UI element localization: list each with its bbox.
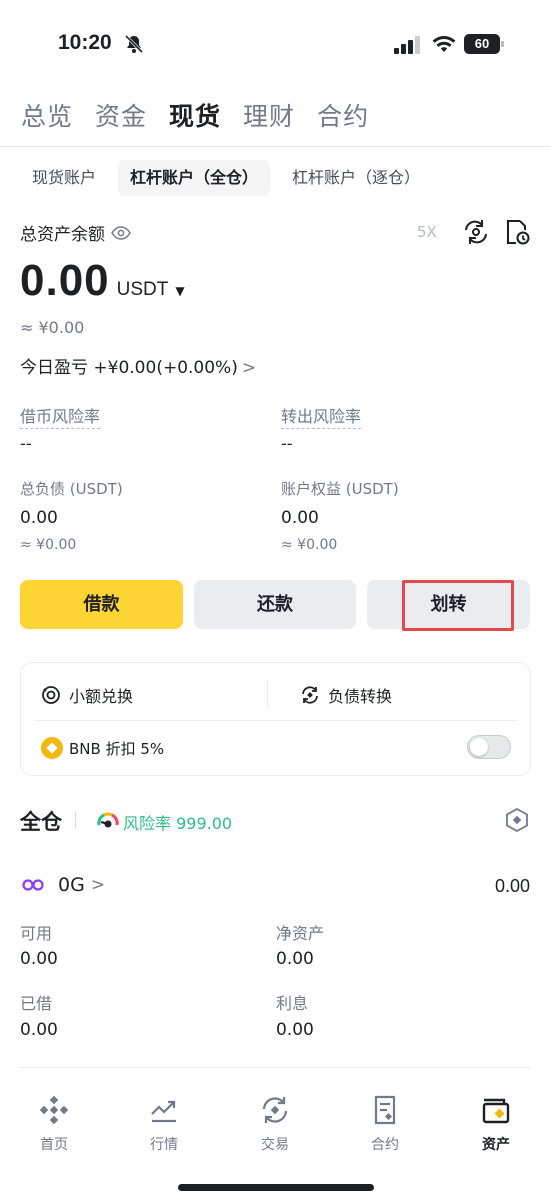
borrowed-value: 0.00	[20, 1020, 58, 1040]
0g-coin-icon	[22, 879, 44, 891]
debt-convert-label: 负债转换	[328, 687, 393, 706]
risk-rate: 风险率 999.00	[123, 814, 233, 833]
debt-convert-icon	[302, 686, 318, 704]
tab-spot[interactable]: 现货	[169, 97, 221, 133]
total-debt-label: 总负债 (USDT)	[20, 480, 123, 498]
cellular-signal-icon	[394, 36, 420, 54]
net-asset-label: 净资产	[276, 924, 325, 943]
interest-label: 利息	[276, 994, 309, 1013]
tab-futures[interactable]: 合约	[317, 97, 369, 133]
available-label: 可用	[20, 924, 53, 943]
small-convert-icon	[42, 686, 60, 704]
asset-row-0g[interactable]: 0G >	[22, 874, 105, 896]
divider	[75, 812, 76, 828]
nav-futures-label: 合约	[371, 1137, 399, 1153]
nav-assets-label: 资产	[482, 1137, 510, 1153]
divider	[35, 720, 517, 721]
bnb-discount-row: BNB 折扣 5%	[41, 737, 164, 759]
status-time: 10:20	[58, 31, 112, 54]
sub-tab-spot-account[interactable]: 现货账户	[20, 160, 108, 196]
history-icon[interactable]	[504, 219, 530, 245]
account-type-tabs: 总览 资金 现货 理财 合约	[21, 97, 391, 133]
nav-assets[interactable]: 资产	[456, 1094, 536, 1154]
highlight-box	[402, 580, 514, 631]
net-asset-value: 0.00	[276, 949, 314, 969]
wallet-icon	[482, 1098, 510, 1124]
equity-value: 0.00	[281, 508, 319, 528]
chevron-right-icon: >	[241, 358, 257, 378]
home-indicator[interactable]	[178, 1184, 374, 1191]
repay-button[interactable]: 还款	[194, 580, 356, 629]
status-bar: 10:20 60	[0, 0, 551, 88]
cross-margin-title: 全仓	[20, 810, 62, 834]
tools-card: 小额兑换 负债转换 BNB 折扣 5%	[20, 662, 531, 776]
total-balance-label: 总资产余额	[20, 225, 105, 245]
sub-tab-isolated-margin[interactable]: 杠杆账户（逐仓）	[280, 160, 432, 196]
markets-icon	[151, 1100, 176, 1123]
divider	[0, 146, 551, 147]
chevron-right-icon: >	[90, 875, 106, 895]
risk-gauge-icon	[97, 812, 119, 828]
balance-amount: 0.00	[20, 256, 110, 305]
balance-currency[interactable]: USDT	[117, 279, 169, 301]
borrow-risk-value: --	[20, 434, 32, 453]
today-pnl[interactable]: 今日盈亏 +¥0.00(+0.00%) >	[20, 353, 256, 378]
divider	[267, 681, 268, 707]
borrow-risk-label[interactable]: 借币风险率	[20, 403, 101, 429]
eye-icon[interactable]	[111, 225, 131, 240]
small-convert-button[interactable]: 小额兑换	[41, 683, 133, 707]
convert-icon[interactable]	[463, 219, 489, 245]
divider	[20, 1067, 531, 1068]
nav-futures[interactable]: 合约	[345, 1094, 425, 1154]
nav-home[interactable]: 首页	[14, 1094, 94, 1154]
settings-icon[interactable]	[504, 807, 530, 833]
total-balance-label-row: 总资产余额	[20, 220, 131, 245]
today-pnl-text: 今日盈亏 +¥0.00(+0.00%)	[20, 358, 238, 378]
bnb-discount-toggle[interactable]	[467, 735, 511, 759]
trade-icon	[262, 1097, 288, 1123]
interest-value: 0.00	[276, 1020, 314, 1040]
borrow-button[interactable]: 借款	[20, 580, 183, 629]
tab-earn[interactable]: 理财	[243, 97, 295, 133]
bell-muted-icon	[124, 34, 144, 54]
nav-trade[interactable]: 交易	[235, 1094, 315, 1154]
total-debt-value: 0.00	[20, 508, 58, 528]
sub-tab-cross-margin[interactable]: 杠杆账户（全仓）	[118, 160, 271, 196]
borrowed-label: 已借	[20, 994, 53, 1013]
equity-approx: ≈ ¥0.00	[281, 537, 338, 553]
transfer-risk-value: --	[281, 434, 293, 453]
nav-markets[interactable]: 行情	[124, 1094, 204, 1154]
nav-markets-label: 行情	[150, 1137, 178, 1153]
bnb-discount-label: BNB 折扣 5%	[69, 739, 165, 758]
total-balance: 0.00 USDT ▼	[20, 256, 185, 306]
balance-fiat-approx: ≈ ¥0.00	[20, 318, 85, 337]
coin-symbol: 0G	[58, 874, 85, 896]
nav-home-label: 首页	[40, 1137, 68, 1153]
transfer-risk-label[interactable]: 转出风险率	[281, 403, 362, 429]
bnb-icon	[41, 737, 63, 759]
bottom-nav: 首页 行情 交易 合约 资产	[0, 1094, 551, 1164]
wifi-icon	[432, 36, 456, 52]
debt-convert-button[interactable]: 负债转换	[300, 683, 392, 707]
leverage-badge: 5X	[417, 223, 437, 241]
spot-sub-tabs: 现货账户 杠杆账户（全仓） 杠杆账户（逐仓）	[20, 160, 442, 196]
small-convert-label: 小额兑换	[69, 687, 134, 706]
home-icon	[39, 1095, 69, 1125]
equity-label: 账户权益 (USDT)	[281, 480, 399, 498]
available-value: 0.00	[20, 949, 58, 969]
toggle-knob	[470, 738, 488, 756]
battery-icon: 60	[464, 34, 504, 54]
futures-icon	[374, 1095, 396, 1125]
tab-overview[interactable]: 总览	[21, 97, 73, 133]
caret-down-icon[interactable]: ▼	[175, 284, 184, 298]
asset-total: 0.00	[494, 876, 530, 896]
nav-trade-label: 交易	[261, 1137, 289, 1153]
total-debt-approx: ≈ ¥0.00	[20, 537, 77, 553]
tab-funding[interactable]: 资金	[95, 97, 147, 133]
battery-level: 60	[464, 34, 500, 54]
